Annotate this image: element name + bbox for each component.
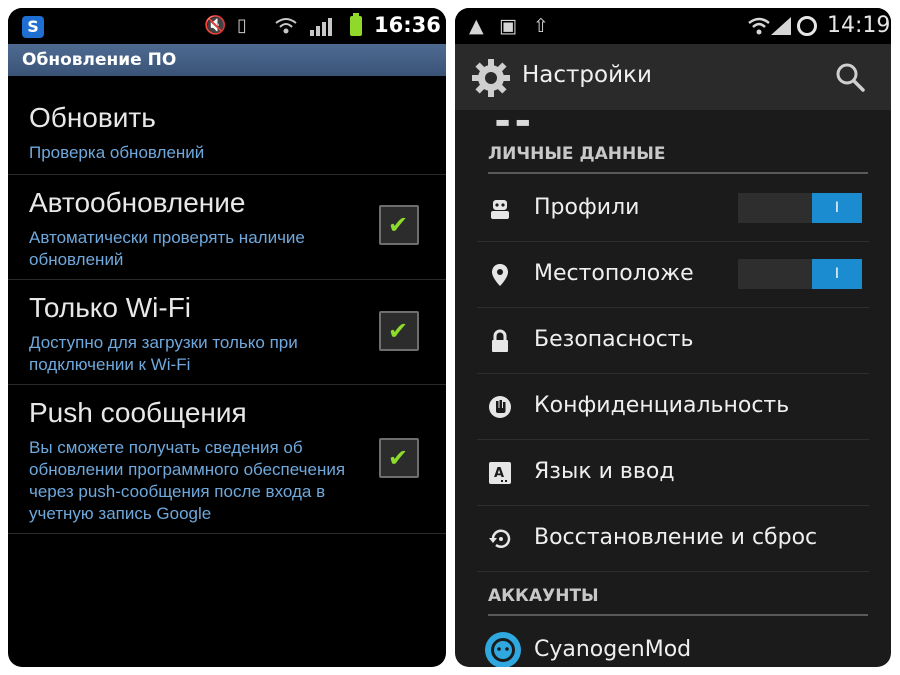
battery-icon <box>350 13 362 36</box>
left-phone-screen: S 🔇 ▯ 16:36 Обновление ПО Обновить Прове… <box>8 8 446 667</box>
status-time: 16:36 <box>374 13 441 37</box>
item-label: Конфиденциальность <box>534 393 790 418</box>
settings-item-location[interactable]: Местоположе I <box>477 242 869 308</box>
settings-item-privacy[interactable]: Конфиденциальность <box>477 374 869 440</box>
skype-icon: S <box>22 16 44 38</box>
partially-hidden-item: ▬ ▬ <box>495 112 531 131</box>
toggle-knob: I <box>812 193 862 223</box>
item-label: Язык и ввод <box>534 459 675 484</box>
wifi-icon <box>275 18 297 34</box>
sync-circle-icon <box>797 16 817 36</box>
item-title: Push сообщения <box>29 397 247 428</box>
signal-icon <box>310 18 332 36</box>
settings-gear-icon <box>472 59 510 97</box>
signal-icon <box>771 17 791 35</box>
push-messages-checkbox[interactable]: ✔ <box>379 438 419 478</box>
wifi-icon <box>748 17 770 35</box>
list-item-wifi-only[interactable]: Только Wi-Fi Доступно для загрузки тольк… <box>8 280 446 385</box>
vibrate-icon: ▯ <box>237 15 247 36</box>
list-item-auto-update[interactable]: Автообновление Автоматически проверять н… <box>8 175 446 280</box>
check-mark-icon: ✔ <box>388 317 409 345</box>
section-header-accounts: АККАУНТЫ <box>488 586 868 616</box>
location-toggle[interactable]: I <box>738 259 862 289</box>
profile-robot-icon <box>491 200 509 219</box>
action-bar-title: Настройки <box>522 62 652 88</box>
lock-icon <box>492 329 508 352</box>
account-item-cyanogenmod[interactable]: CyanogenMod <box>477 618 869 667</box>
list-item-update[interactable]: Обновить Проверка обновлений <box>8 76 446 175</box>
location-pin-icon <box>492 264 508 286</box>
notification-app-icon: ▲ <box>469 15 484 37</box>
item-label: Профили <box>534 195 640 220</box>
section-header-personal: ЛИЧНЫЕ ДАННЫЕ <box>488 144 868 174</box>
check-mark-icon: ✔ <box>388 211 409 239</box>
upload-icon: ⇧ <box>533 15 549 37</box>
right-phone-screen: ▲ ▣ ⇧ 14:19 Настройки ▬ ▬ ЛИЧНЫЕ ДАННЫЕ … <box>455 8 891 667</box>
list-item-push-messages[interactable]: Push сообщения Вы сможете получать сведе… <box>8 385 446 534</box>
privacy-hand-icon <box>489 396 511 418</box>
restore-icon <box>489 529 511 548</box>
cyanogenmod-logo-icon <box>485 632 521 667</box>
wifi-only-checkbox[interactable]: ✔ <box>379 311 419 351</box>
profiles-toggle[interactable]: I <box>738 193 862 223</box>
settings-item-security[interactable]: Безопасность <box>477 308 869 374</box>
item-label: Восстановление и сброс <box>534 525 818 550</box>
status-bar: ▲ ▣ ⇧ 14:19 <box>455 8 891 44</box>
item-subtitle: Проверка обновлений <box>29 143 205 162</box>
item-label: CyanogenMod <box>534 637 692 662</box>
settings-item-backup-reset[interactable]: Восстановление и сброс <box>477 506 869 572</box>
toggle-knob: I <box>812 259 862 289</box>
svg-text:A: A <box>494 466 504 481</box>
item-title: Только Wi-Fi <box>29 292 192 323</box>
language-keyboard-icon: A <box>489 462 511 484</box>
action-bar: Настройки <box>455 44 891 110</box>
item-label: Местоположе <box>534 261 694 286</box>
auto-update-checkbox[interactable]: ✔ <box>379 205 419 245</box>
item-title: Автообновление <box>29 187 246 218</box>
check-mark-icon: ✔ <box>388 444 409 472</box>
status-time: 14:19 <box>827 13 891 38</box>
settings-item-profiles[interactable]: Профили I <box>477 176 869 242</box>
item-subtitle: Автоматически проверять наличие обновлен… <box>29 228 305 269</box>
search-icon[interactable] <box>835 62 865 92</box>
item-subtitle: Вы сможете получать сведения об обновлен… <box>29 438 346 523</box>
settings-item-language[interactable]: A Язык и ввод <box>477 440 869 506</box>
item-title: Обновить <box>29 102 156 133</box>
screen-title: Обновление ПО <box>8 44 446 76</box>
item-label: Безопасность <box>534 327 694 352</box>
status-bar: S 🔇 ▯ 16:36 <box>8 8 446 44</box>
item-subtitle: Доступно для загрузки только при подключ… <box>29 333 298 374</box>
mute-icon: 🔇 <box>204 15 227 36</box>
image-icon: ▣ <box>499 15 517 37</box>
